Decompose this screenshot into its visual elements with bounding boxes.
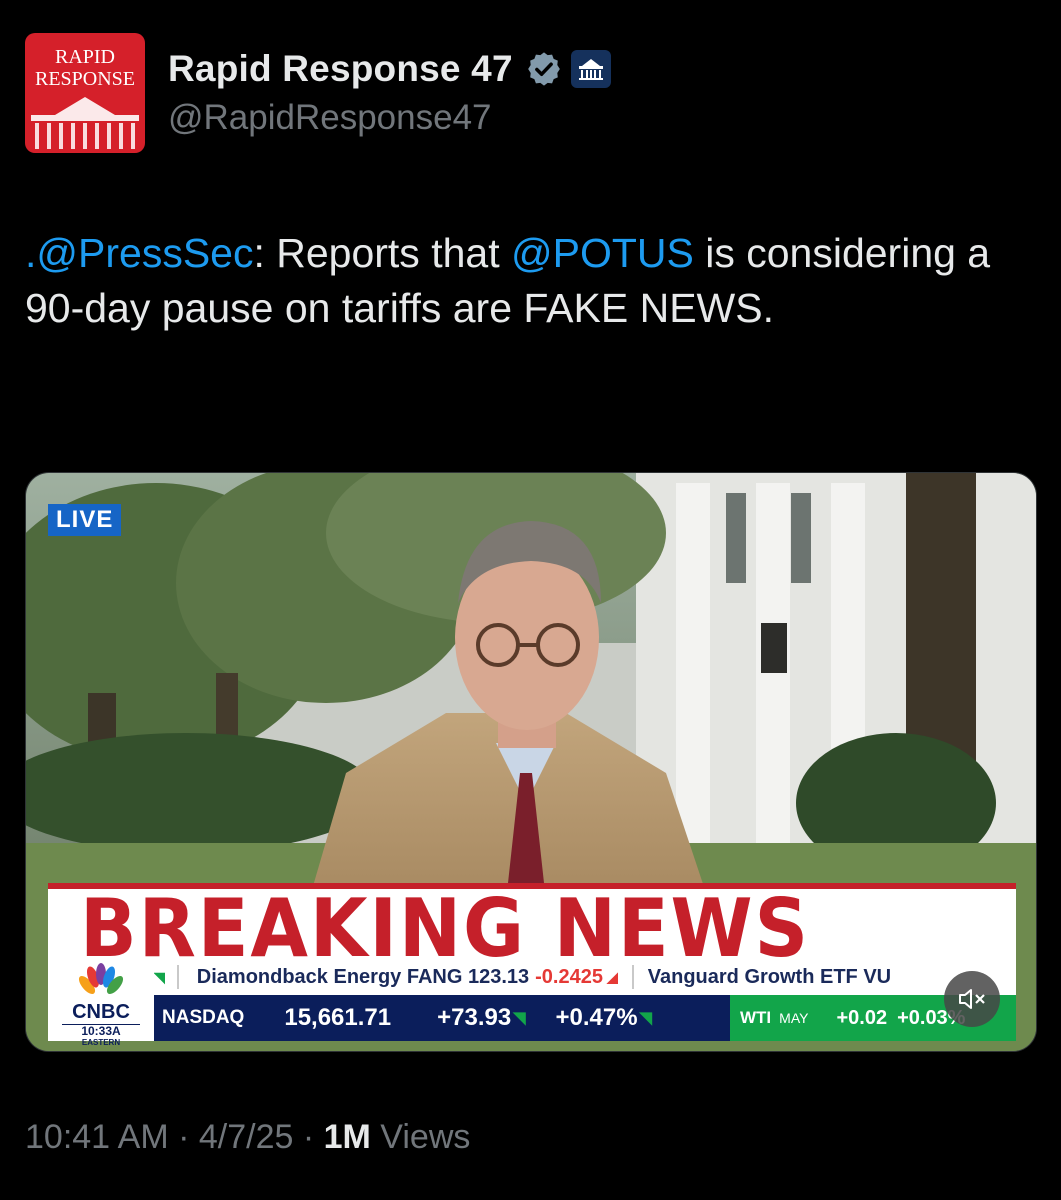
meta-separator: · [168, 1118, 199, 1156]
ticker-item2: Vanguard Growth ETF VU [647, 965, 892, 988]
avatar-text-line1: RAPID [54, 46, 115, 68]
speaker-muted-icon[interactable] [944, 971, 1000, 1027]
commodity-name: WTI [740, 1008, 772, 1027]
author-avatar[interactable]: RAPID RESPONSE [25, 33, 145, 153]
avatar-text-line2: RESPONSE [34, 68, 136, 90]
index-name: NASDAQ [162, 1007, 245, 1028]
ticker-top: ◥ Diamondback Energy FANG 123.13 -0.2425… [154, 959, 1016, 995]
breaking-news-banner: BREAKING NEWS [48, 882, 1016, 975]
meta-separator: · [293, 1118, 324, 1156]
commodity-change: +0.02 [836, 1006, 888, 1029]
index-up-arrow-icon: ◥ [513, 1010, 526, 1027]
cnbc-time: 10:33A [81, 1024, 121, 1038]
tweet-text-part1: : Reports that [253, 230, 511, 276]
verified-badge-icon[interactable] [525, 50, 563, 88]
commodity-month: MAY [779, 1010, 809, 1026]
peacock-icon [78, 963, 124, 995]
views-count[interactable]: 1M [324, 1118, 371, 1156]
mention-potus[interactable]: @POTUS [511, 230, 694, 276]
white-house-icon[interactable] [570, 50, 611, 88]
ticker-item1: Diamondback Energy FANG 123.13 [196, 965, 530, 988]
video-player[interactable]: LIVE BREAKING NEWS CNBC 10:33A EASTERN ◥… [25, 472, 1037, 1052]
ticker-item1-change: -0.2425 [535, 965, 603, 988]
tweet-meta: 10:41 AM · 4/7/25 · 1M Views [25, 1118, 470, 1157]
live-badge: LIVE [48, 504, 122, 536]
cnbc-logo-text: CNBC [72, 1001, 130, 1023]
up-arrow-icon: ◥ [154, 968, 165, 985]
cnbc-time-zone: EASTERN [81, 1038, 121, 1047]
tweet-time[interactable]: 10:41 AM [25, 1118, 169, 1156]
author-handle[interactable]: @RapidResponse47 [168, 98, 492, 138]
cnbc-logo-box: CNBC 10:33A EASTERN [48, 959, 154, 1047]
author-name-row: Rapid Response 47 [168, 44, 611, 94]
views-label: Views [370, 1118, 471, 1156]
index-percent: +0.47% [555, 1004, 638, 1031]
down-arrow-icon: ◢ [606, 968, 618, 985]
tweet-date[interactable]: 4/7/25 [199, 1118, 294, 1156]
tweet-text: .@PressSec: Reports that @POTUS is consi… [25, 226, 1035, 336]
white-house-logo-icon [31, 97, 139, 149]
percent-up-arrow-icon: ◥ [639, 1010, 652, 1027]
index-value: 15,661.71 [284, 1004, 392, 1031]
ticker-bottom: NASDAQ 15,661.71 +73.93 ◥ +0.47% ◥ WTI M… [154, 995, 1016, 1041]
display-name[interactable]: Rapid Response 47 [168, 48, 513, 90]
breaking-news-strip: BREAKING NEWS [48, 882, 1016, 975]
index-change: +73.93 [437, 1004, 512, 1031]
mention-presssec[interactable]: .@PressSec [25, 230, 253, 276]
